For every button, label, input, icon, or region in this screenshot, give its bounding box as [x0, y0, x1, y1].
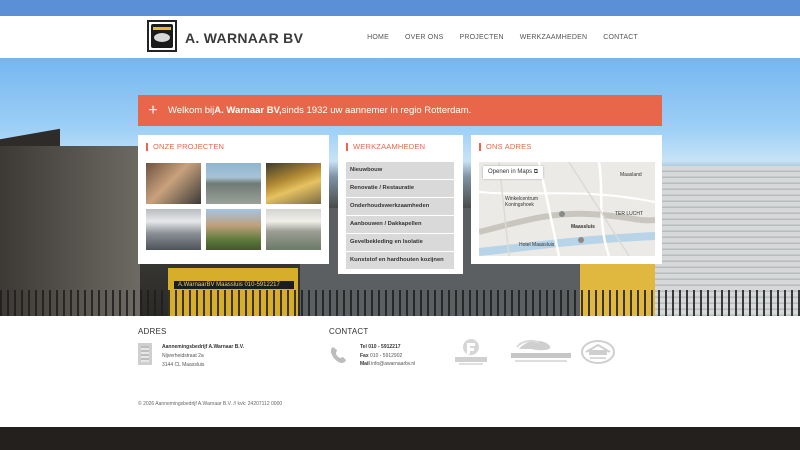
map-label: Maassluis — [571, 224, 595, 230]
tel-value[interactable]: 010 - 5912217 — [368, 344, 400, 350]
welcome-banner: + Welkom bij A. Warnaar BV, sinds 1932 u… — [138, 95, 662, 126]
brand-name[interactable]: A. WARNAAR BV — [185, 30, 303, 46]
open-in-maps-button[interactable]: Openen in Maps ⧉ — [483, 166, 543, 179]
footer-contact-heading: CONTACT — [329, 327, 369, 336]
address-panel: ONS ADRES Openen in Maps ⧉ Maasland Wink… — [471, 135, 662, 264]
main-nav: HOME OVER ONS PROJECTEN WERKZAAMHEDEN CO… — [359, 34, 646, 41]
projects-title: ONZE PROJECTEN — [146, 143, 224, 151]
fax-value: 010 - 5912902 — [370, 352, 403, 359]
logo[interactable] — [147, 20, 177, 52]
service-item[interactable]: Kunststof en hardhouten kozijnen — [346, 252, 454, 269]
map-label: Hotel Maassluis — [519, 242, 555, 248]
mail-label: Mail — [360, 361, 370, 367]
service-item[interactable]: Onderhoudswerkzaamheden — [346, 198, 454, 215]
project-thumbnail[interactable] — [206, 163, 261, 204]
nav-home[interactable]: HOME — [359, 34, 397, 41]
fence — [0, 290, 800, 316]
footer-contact: Tel 010 - 5912217 Fax 010 - 5912902 Mail… — [360, 343, 415, 369]
footer-address: Aannemingsbedrijf A.Warnaar B.V. Nijverh… — [162, 343, 244, 370]
service-item[interactable]: Aanbouwen / Dakkapellen — [346, 216, 454, 233]
company-name: Aannemingsbedrijf A.Warnaar B.V. — [162, 344, 244, 350]
bottom-background — [0, 427, 800, 450]
city: 3144 CL Maassluis — [162, 362, 205, 368]
external-link-icon: ⧉ — [533, 169, 538, 175]
services-list: Nieuwbouw Renovatie / Restauratie Onderh… — [346, 162, 454, 270]
welcome-company: A. Warnaar BV, — [214, 105, 282, 116]
project-thumbnail[interactable] — [146, 209, 201, 250]
site-header: A. WARNAAR BV HOME OVER ONS PROJECTEN WE… — [0, 0, 800, 58]
service-item[interactable]: Nieuwbouw — [346, 162, 454, 179]
welcome-suffix: sinds 1932 uw aannemer in regio Rotterda… — [281, 105, 472, 116]
welcome-prefix: Welkom bij — [168, 105, 215, 116]
map-label: Winkelcentrum Koningshoek — [505, 196, 539, 208]
nav-projecten[interactable]: PROJECTEN — [452, 34, 512, 41]
project-thumbnail[interactable] — [266, 163, 321, 204]
bouwgarant-logo[interactable] — [580, 339, 616, 365]
project-thumbnail[interactable] — [206, 209, 261, 250]
tel-label: Tel — [360, 344, 367, 350]
services-title: WERKZAAMHEDEN — [346, 143, 425, 151]
company-sign: A.WarnaarBV Maassluis 010-5912217 — [174, 281, 294, 289]
fundeon-logo[interactable] — [453, 337, 489, 367]
bouwend-nederland-logo[interactable] — [509, 337, 573, 367]
mail-value[interactable]: info@awarnaarbv.nl — [371, 361, 415, 367]
plus-icon: + — [148, 102, 158, 119]
footer — [0, 316, 800, 427]
copyright: © 2026 Aannemingsbedrijf A.Warnaar B.V. … — [138, 401, 283, 407]
map-label: TER LUCHT — [615, 211, 644, 217]
open-in-maps-label: Openen in Maps — [488, 169, 533, 175]
street: Nijverheidstraat 2a — [162, 353, 204, 359]
project-thumbnail[interactable] — [146, 163, 201, 204]
phone-icon — [330, 347, 346, 363]
nav-over-ons[interactable]: OVER ONS — [397, 34, 452, 41]
map-label: Maasland — [620, 172, 642, 178]
fax-label: Fax — [360, 352, 369, 359]
project-thumbnail[interactable] — [266, 209, 321, 250]
nav-contact[interactable]: CONTACT — [595, 34, 646, 41]
nav-werkzaamheden[interactable]: WERKZAAMHEDEN — [512, 34, 596, 41]
projects-panel: ONZE PROJECTEN — [138, 135, 329, 264]
services-panel: WERKZAAMHEDEN Nieuwbouw Renovatie / Rest… — [338, 135, 463, 274]
footer-address-heading: ADRES — [138, 327, 167, 336]
address-title: ONS ADRES — [479, 143, 532, 151]
map[interactable]: Openen in Maps ⧉ Maasland Winkelcentrum … — [479, 162, 655, 256]
service-item[interactable]: Gevelbekleding en Isolatie — [346, 234, 454, 251]
building-icon — [138, 343, 152, 365]
service-item[interactable]: Renovatie / Restauratie — [346, 180, 454, 197]
